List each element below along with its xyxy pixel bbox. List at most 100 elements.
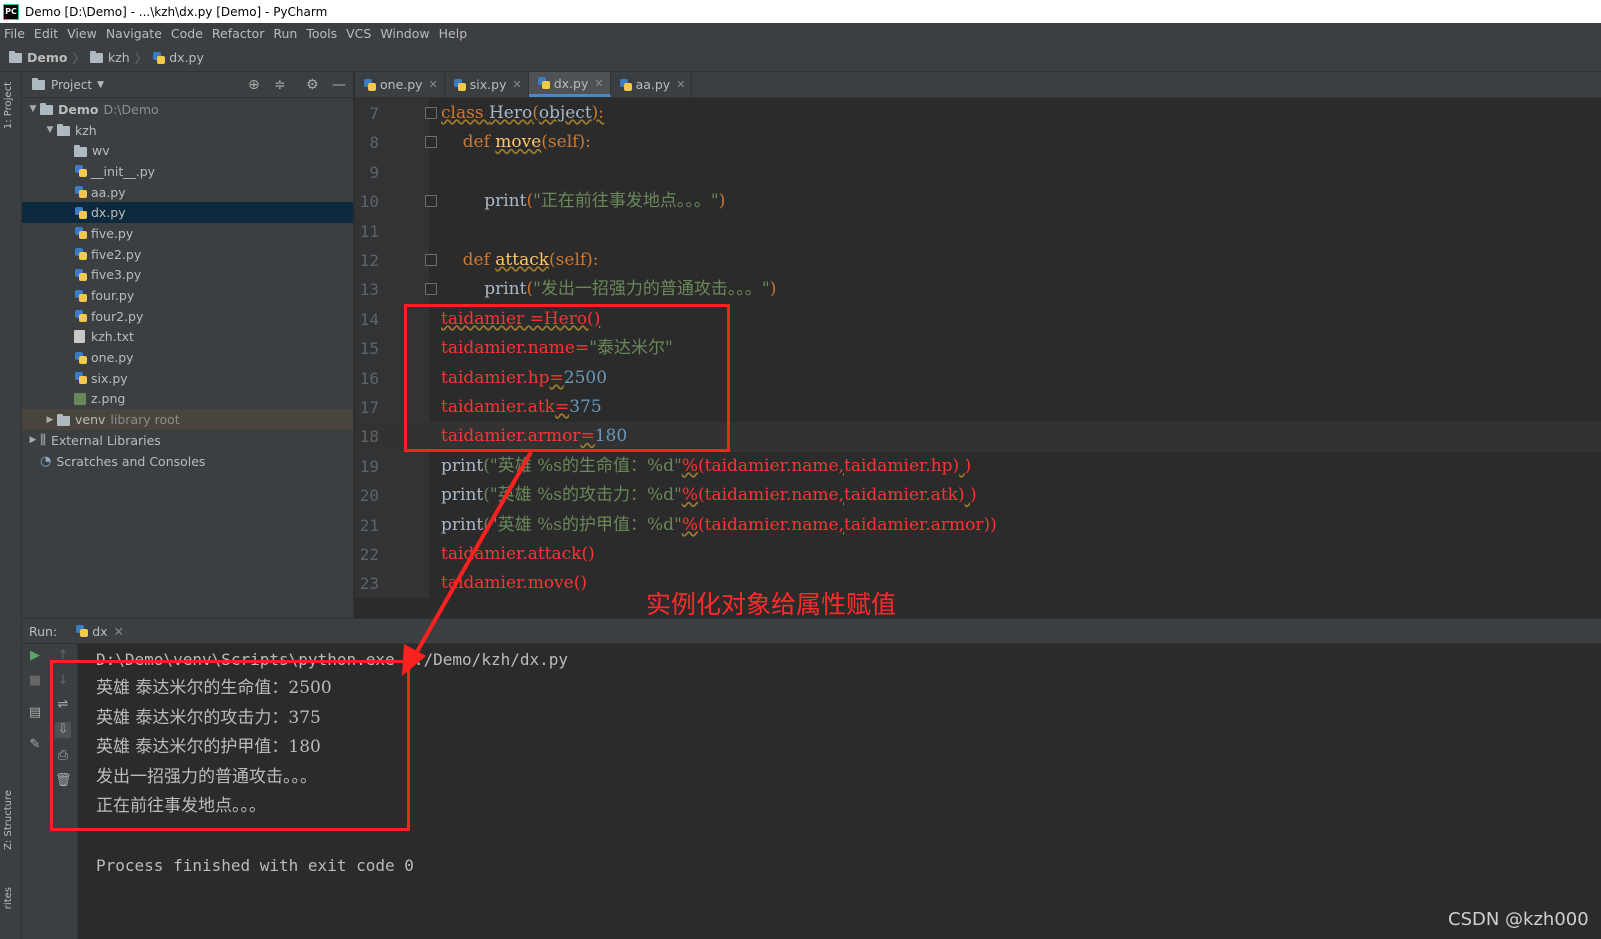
breadcrumb-separator: 〉 [134, 51, 148, 66]
menu-item-vcs[interactable]: VCS [346, 26, 371, 41]
pin-icon[interactable]: ✎ [27, 737, 43, 753]
tree-item[interactable]: five.py [22, 223, 353, 244]
title-bar: PC Demo [D:\Demo] - ...\kzh\dx.py [Demo]… [0, 0, 1601, 23]
folder-icon [89, 50, 103, 63]
fold-marker-icon[interactable] [425, 254, 437, 266]
expand-down-icon[interactable]: ▼ [43, 125, 57, 135]
close-icon[interactable]: ✕ [429, 78, 438, 91]
editor-tab-dx[interactable]: dx.py ✕ [528, 72, 611, 97]
run-tab-dx[interactable]: dx ✕ [75, 624, 124, 639]
code-token: ) [964, 455, 972, 476]
menu-item-tools[interactable]: Tools [306, 26, 337, 41]
line-number: 18 [359, 427, 379, 447]
tree-item[interactable]: kzh.txt [22, 327, 353, 348]
code-token: def [462, 250, 496, 270]
menu-item-file[interactable]: File [4, 26, 25, 41]
code-token: def [462, 132, 496, 153]
menu-item-navigate[interactable]: Navigate [106, 26, 162, 41]
code-token: attack [495, 250, 550, 270]
tool-tab-project[interactable]: 1: Project [3, 82, 14, 129]
project-panel-title[interactable]: Project [51, 78, 92, 92]
locate-icon[interactable]: ⊕ [248, 77, 260, 93]
tree-item-label: five2.py [91, 246, 142, 262]
python-run-icon [75, 624, 89, 638]
tree-item[interactable]: ▼ Demo D:\Demo [22, 99, 353, 120]
fold-marker-icon[interactable] [425, 283, 437, 296]
gear-icon[interactable]: ⚙ [306, 77, 319, 93]
menu-item-edit[interactable]: Edit [34, 26, 58, 41]
tree-item[interactable]: aa.py [22, 182, 353, 203]
stop-icon[interactable]: ■ [27, 673, 43, 689]
fold-marker-icon[interactable] [425, 195, 437, 208]
tree-item[interactable]: four2.py [22, 306, 353, 327]
code-token: print [441, 191, 527, 212]
fold-marker-icon[interactable] [425, 107, 437, 119]
fold-marker-icon[interactable] [425, 136, 437, 149]
code-token: % [681, 455, 698, 476]
tree-item[interactable]: dx.py [22, 202, 353, 224]
editor-tab-six[interactable]: six.py ✕ [445, 72, 529, 97]
menu-item-window[interactable]: Window [380, 26, 429, 41]
close-icon[interactable]: ✕ [594, 77, 603, 90]
tree-item[interactable]: five2.py [22, 244, 353, 265]
menu-item-view[interactable]: View [67, 26, 97, 41]
code-token: ("英雄 %s的护甲值：%d" [483, 514, 682, 535]
breadcrumb-file[interactable]: dx.py [152, 50, 204, 65]
breadcrumb-folder[interactable]: kzh [89, 50, 130, 65]
code-token: ( [532, 103, 539, 123]
tree-item[interactable]: ▼ kzh [22, 120, 353, 141]
watermark: CSDN @kzh000 [1448, 909, 1589, 930]
code-line: 10 print("正在前往事发地点。。。") [355, 187, 1601, 216]
tool-tab-structure[interactable]: Z: Structure [3, 790, 14, 850]
collapse-all-icon[interactable]: ≑ [274, 77, 286, 93]
menu-item-help[interactable]: Help [439, 26, 468, 41]
close-icon[interactable]: ✕ [513, 78, 522, 91]
project-panel-header: Project ▼ ⊕ ≑ ⚙ — [22, 72, 353, 98]
tree-item-hint: library root [110, 412, 180, 428]
breadcrumb-project[interactable]: Demo [9, 50, 67, 65]
tree-item[interactable]: ▶ ⫼ External Libraries [22, 430, 353, 451]
tree-item[interactable]: one.py [22, 347, 353, 368]
close-icon[interactable]: ✕ [676, 78, 685, 91]
tree-item[interactable]: z.png [22, 389, 353, 410]
code-text: taidamier.attack() [441, 540, 595, 569]
code-line: 8 def move(self): [355, 128, 1601, 157]
rerun-icon[interactable]: ▶ [27, 648, 43, 664]
editor-tab-one[interactable]: one.py ✕ [355, 72, 445, 97]
menu-item-run[interactable]: Run [273, 26, 297, 41]
folder-icon [57, 413, 70, 426]
expand-right-icon[interactable]: ▶ [26, 435, 40, 445]
tree-item-label: Demo [58, 101, 99, 117]
image-file-icon [74, 392, 86, 405]
code-text: print("英雄 %s的生命值：%d"%(taidamier.name,tai… [441, 452, 971, 481]
python-file-icon [74, 351, 88, 365]
code-text: print("发出一招强力的普通攻击。。。") [441, 275, 776, 304]
chevron-down-icon[interactable]: ▼ [97, 80, 104, 90]
close-icon[interactable]: ✕ [114, 624, 124, 639]
line-number: 16 [359, 368, 379, 388]
hide-icon[interactable]: — [332, 77, 346, 93]
menu-item-code[interactable]: Code [171, 26, 203, 41]
tree-item[interactable]: wv [22, 140, 353, 161]
layout-icon[interactable]: ▤ [27, 705, 43, 721]
python-file-icon [619, 78, 633, 92]
code-text: def attack(self): [441, 246, 599, 275]
tree-item[interactable]: __init__.py [22, 161, 353, 182]
code-token: ): [591, 103, 605, 123]
tool-tab-favorites[interactable]: rites [3, 887, 14, 909]
python-file-icon [74, 206, 88, 220]
expand-down-icon[interactable]: ▼ [26, 104, 40, 114]
code-text: print("英雄 %s的护甲值：%d"%(taidamier.name,tai… [441, 511, 997, 540]
code-line: 13 print("发出一招强力的普通攻击。。。") [355, 275, 1601, 304]
folder-icon [74, 144, 87, 157]
menu-item-refactor[interactable]: Refactor [212, 26, 264, 41]
editor-tab-aa[interactable]: aa.py ✕ [611, 72, 693, 97]
tree-item[interactable]: five3.py [22, 265, 353, 286]
code-token: % [681, 514, 698, 535]
code-token: move [495, 132, 542, 153]
tree-item[interactable]: six.py [22, 368, 353, 389]
tree-item[interactable]: ▶ venv library root [22, 409, 353, 430]
tree-item[interactable]: ◔ Scratches and Consoles [22, 451, 353, 472]
expand-right-icon[interactable]: ▶ [43, 415, 57, 425]
tree-item[interactable]: four.py [22, 285, 353, 306]
